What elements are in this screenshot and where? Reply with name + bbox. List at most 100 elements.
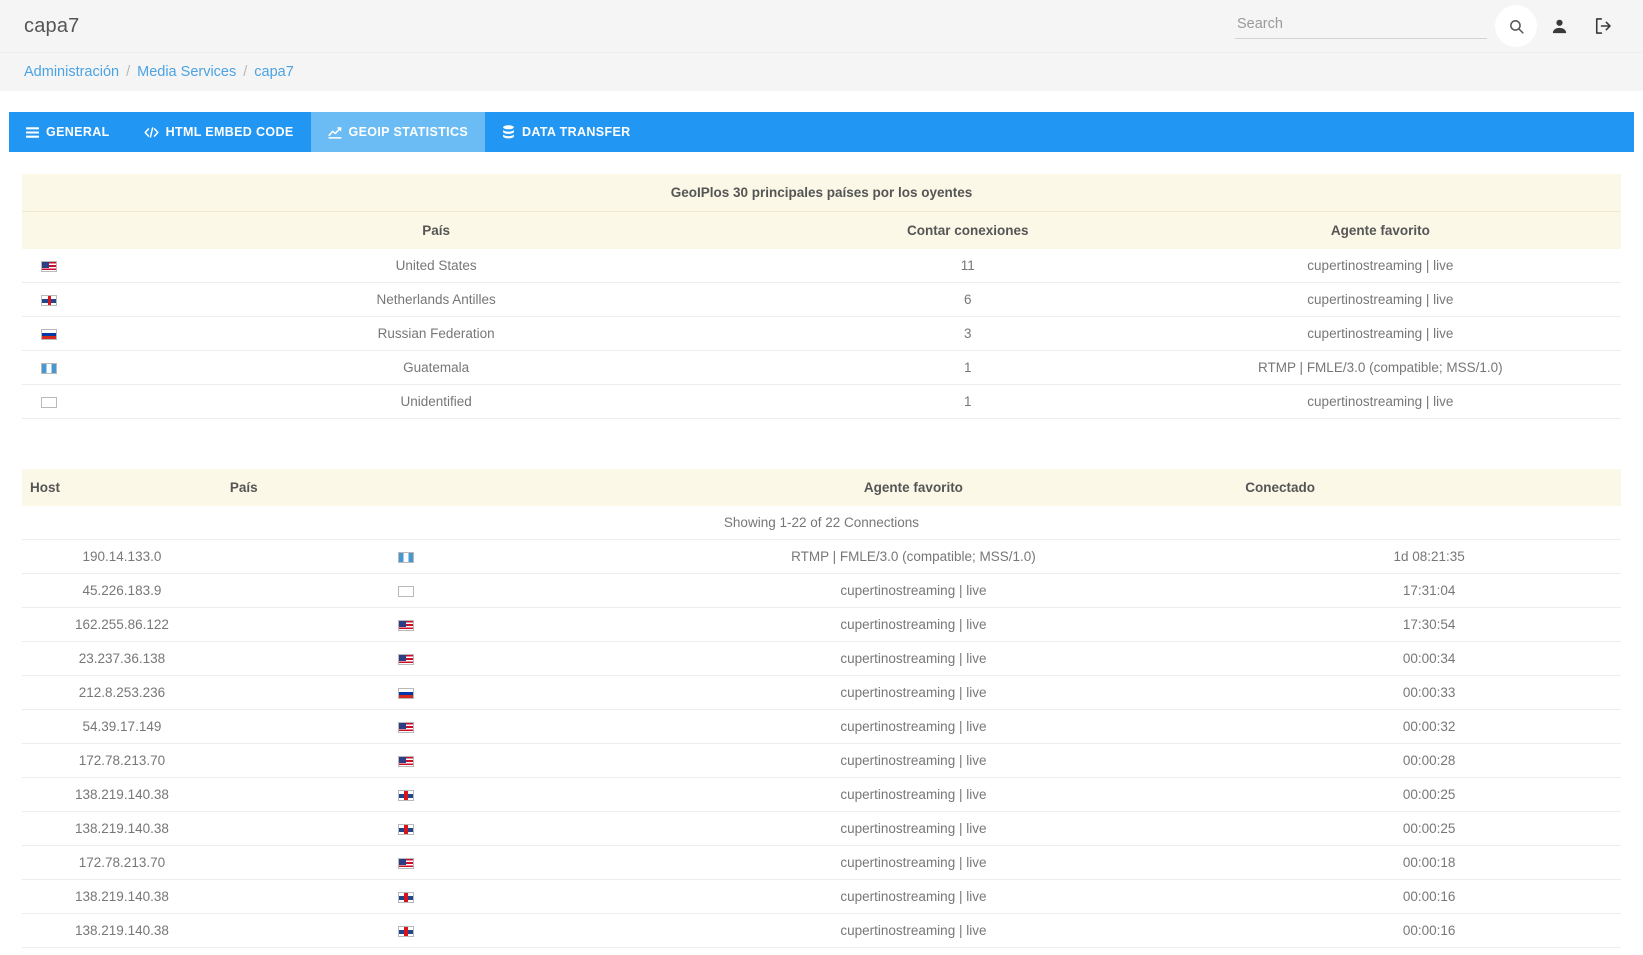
geoip-statistics-table: GeoIPlos 30 principales países por los o… [22, 174, 1621, 419]
connections-table-block: Host País Agente favorito Conectado Show… [22, 469, 1621, 955]
breadcrumb-item-administracion[interactable]: Administración [24, 64, 119, 80]
table-row[interactable]: 190.14.133.0RTMP | FMLE/3.0 (compatible;… [22, 540, 1621, 574]
tabbar-spacer [0, 91, 1643, 112]
connections-table-body: Showing 1-22 of 22 Connections 190.14.13… [22, 506, 1621, 955]
table-row[interactable]: 138.219.140.38cupertinostreaming | live0… [22, 914, 1621, 948]
flag-icon-gt [398, 552, 414, 563]
table-row[interactable]: 23.237.36.138 cupertinostreaming | live00… [22, 948, 1621, 955]
tab-label: GENERAL [46, 125, 110, 139]
connections-showing-row: Showing 1-22 of 22 Connections [22, 506, 1621, 540]
tab-html-embed-code[interactable]: HTML EMBED CODE [127, 112, 311, 152]
connections-cell-agent: cupertinostreaming | live [590, 574, 1238, 608]
flag-icon-us [398, 722, 414, 733]
top-bar-actions [1235, 4, 1625, 48]
connections-cell-flag [222, 642, 590, 676]
connections-col-conectado: Conectado [1237, 469, 1621, 506]
connections-cell-agent: cupertinostreaming | live [590, 676, 1238, 710]
connections-cell-connected: 17:30:54 [1237, 608, 1621, 642]
tab-bar: GENERAL HTML EMBED CODE GEOIP STATISTICS [9, 112, 1634, 152]
table-row[interactable]: Netherlands Antilles6cupertinostreaming … [22, 283, 1621, 317]
connections-cell-agent: cupertinostreaming | live [590, 948, 1238, 955]
connections-cell-flag [222, 710, 590, 744]
connections-cell-connected: 00:00:34 [1237, 642, 1621, 676]
connections-cell-host: 23.237.36.138 [22, 948, 222, 955]
tab-general[interactable]: GENERAL [9, 112, 127, 152]
table-row[interactable]: Guatemala1RTMP | FMLE/3.0 (compatible; M… [22, 351, 1621, 385]
search-button[interactable] [1495, 5, 1537, 47]
connections-cell-flag [222, 812, 590, 846]
flag-icon-us [398, 858, 414, 869]
tab-data-transfer[interactable]: DATA TRANSFER [485, 112, 647, 152]
connections-cell-flag [222, 540, 590, 574]
flag-icon-ru [41, 329, 57, 340]
geoip-table-title-row: GeoIPlos 30 principales países por los o… [22, 174, 1621, 212]
tab-label: GEOIP STATISTICS [349, 125, 469, 139]
connections-cell-flag [222, 880, 590, 914]
logout-icon [1593, 16, 1613, 36]
geoip-cell-count: 3 [796, 317, 1140, 351]
flag-icon-ru [398, 688, 414, 699]
table-row[interactable]: 45.226.183.9cupertinostreaming | live17:… [22, 574, 1621, 608]
table-row[interactable]: United States11cupertinostreaming | live [22, 249, 1621, 283]
table-row[interactable]: 172.78.213.70cupertinostreaming | live00… [22, 846, 1621, 880]
connections-cell-connected: 00:00:16 [1237, 948, 1621, 955]
search-input[interactable] [1235, 13, 1487, 39]
connections-cell-flag [222, 846, 590, 880]
connections-cell-host: 212.8.253.236 [22, 676, 222, 710]
geoip-col-agente-favorito: Agente favorito [1140, 212, 1621, 250]
table-row[interactable]: 54.39.17.149cupertinostreaming | live00:… [22, 710, 1621, 744]
connections-cell-connected: 17:31:04 [1237, 574, 1621, 608]
geoip-table-header-row: País Contar conexiones Agente favorito [22, 212, 1621, 250]
flag-icon-an [398, 824, 414, 835]
connections-cell-agent: cupertinostreaming | live [590, 880, 1238, 914]
user-account-button[interactable] [1537, 4, 1581, 48]
flag-icon-an [41, 295, 57, 306]
geoip-cell-flag [22, 249, 76, 283]
table-row[interactable]: 138.219.140.38cupertinostreaming | live0… [22, 880, 1621, 914]
chart-icon [328, 126, 342, 139]
logout-button[interactable] [1581, 4, 1625, 48]
geoip-cell-agent: cupertinostreaming | live [1140, 249, 1621, 283]
geoip-col-contar-conexiones: Contar conexiones [796, 212, 1140, 250]
connections-cell-host: 172.78.213.70 [22, 744, 222, 778]
search-field-wrapper [1235, 13, 1487, 39]
table-row[interactable]: 138.219.140.38cupertinostreaming | live0… [22, 812, 1621, 846]
breadcrumb: Administración / Media Services / capa7 [0, 53, 1643, 91]
geoip-col-pais: País [76, 212, 796, 250]
connections-cell-flag [222, 948, 590, 955]
breadcrumb-item-capa7[interactable]: capa7 [254, 64, 294, 80]
database-icon [502, 125, 515, 139]
geoip-cell-count: 6 [796, 283, 1140, 317]
geoip-cell-flag [22, 283, 76, 317]
geoip-cell-agent: cupertinostreaming | live [1140, 283, 1621, 317]
connections-col-pais: País [222, 469, 590, 506]
connections-cell-connected: 00:00:18 [1237, 846, 1621, 880]
tab-geoip-statistics[interactable]: GEOIP STATISTICS [311, 112, 486, 152]
connections-cell-host: 54.39.17.149 [22, 710, 222, 744]
table-row[interactable]: 212.8.253.236cupertinostreaming | live00… [22, 676, 1621, 710]
table-row[interactable]: 138.219.140.38cupertinostreaming | live0… [22, 778, 1621, 812]
geoip-statistics-table-block: GeoIPlos 30 principales países por los o… [22, 174, 1621, 419]
flag-icon-us [41, 261, 57, 272]
connections-cell-connected: 00:00:32 [1237, 710, 1621, 744]
geoip-cell-flag [22, 351, 76, 385]
geoip-cell-agent: RTMP | FMLE/3.0 (compatible; MSS/1.0) [1140, 351, 1621, 385]
connections-cell-connected: 00:00:16 [1237, 914, 1621, 948]
breadcrumb-separator: / [126, 64, 130, 80]
flag-icon-unknown [41, 397, 57, 408]
connections-cell-flag [222, 744, 590, 778]
table-row[interactable]: 23.237.36.138cupertinostreaming | live00… [22, 642, 1621, 676]
geoip-cell-country: Unidentified [76, 385, 796, 419]
connections-cell-flag [222, 778, 590, 812]
breadcrumb-item-media-services[interactable]: Media Services [137, 64, 236, 80]
flag-icon-us [398, 654, 414, 665]
connections-table: Host País Agente favorito Conectado Show… [22, 469, 1621, 955]
table-row[interactable]: Unidentified1cupertinostreaming | live [22, 385, 1621, 419]
top-bar: capa7 [0, 0, 1643, 53]
table-row[interactable]: Russian Federation3cupertinostreaming | … [22, 317, 1621, 351]
connections-cell-host: 138.219.140.38 [22, 778, 222, 812]
table-row[interactable]: 162.255.86.122cupertinostreaming | live1… [22, 608, 1621, 642]
connections-cell-agent: cupertinostreaming | live [590, 778, 1238, 812]
geoip-table-title: GeoIPlos 30 principales países por los o… [22, 174, 1621, 212]
table-row[interactable]: 172.78.213.70cupertinostreaming | live00… [22, 744, 1621, 778]
